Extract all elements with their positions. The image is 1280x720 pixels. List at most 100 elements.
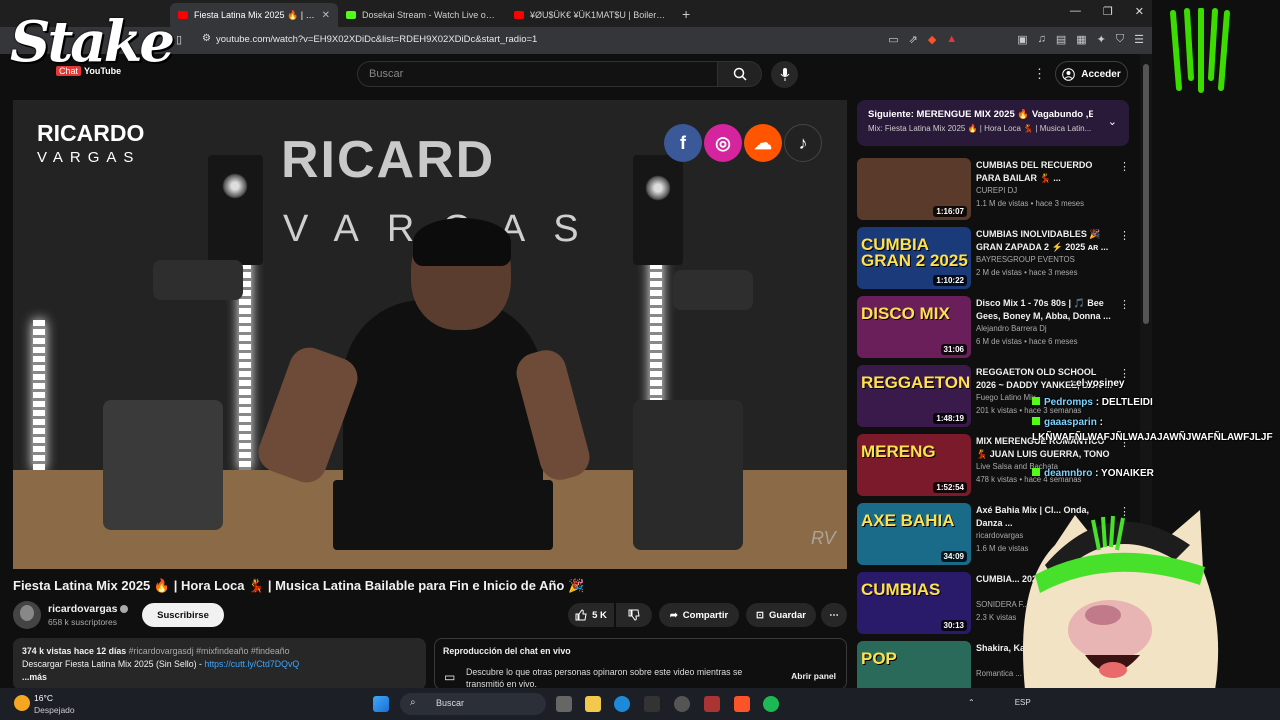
file-explorer-icon[interactable]: [585, 696, 601, 712]
extensions-icon[interactable]: ▤: [1056, 33, 1066, 46]
up-next-banner[interactable]: Siguiente: MERENGUE MIX 2025 🔥 Vagabundo…: [857, 100, 1129, 146]
chat-username: gaaasparin: [1044, 417, 1097, 428]
share-icon[interactable]: ⇗: [909, 33, 918, 46]
temperature: 16°C: [34, 693, 53, 703]
video-thumbnail[interactable]: REGGAETON 1:48:19: [857, 365, 971, 427]
channel-name[interactable]: CUREPI DJ: [976, 186, 1017, 195]
wallet-icon[interactable]: ▦: [1076, 33, 1086, 46]
search-icon: ⌕: [410, 697, 416, 708]
language-indicator[interactable]: ESP: [1015, 698, 1031, 707]
chat-icon: ▭: [444, 670, 456, 684]
video-title[interactable]: CUMBIAS DEL RECUERDO PARA BAILAR 💃 ...: [976, 159, 1114, 185]
hashtags[interactable]: #ricardovargasdj #mixfindeaño #findeaño: [129, 646, 290, 656]
channel-name[interactable]: Alejandro Barrera Dj: [976, 324, 1047, 333]
brave-shield-icon[interactable]: ◆: [928, 33, 936, 46]
cast-icon[interactable]: ▭: [888, 33, 898, 46]
channel-watermark: RICARDO VARGAS: [37, 120, 144, 166]
system-tray[interactable]: ⌃ ESP: [968, 698, 1031, 707]
download-link[interactable]: https://cutt.ly/Ctd7DQvQ: [204, 659, 299, 669]
share-icon: ➦: [669, 609, 678, 621]
channel-name[interactable]: Fuego Latino Mix: [976, 393, 1036, 402]
video-thumbnail[interactable]: CUMBIAS 30:13: [857, 572, 971, 634]
chevron-down-icon[interactable]: ⌄: [1108, 115, 1117, 128]
brave-icon[interactable]: [734, 696, 750, 712]
spotify-icon[interactable]: [763, 696, 779, 712]
rewards-icon[interactable]: ▲: [946, 33, 957, 46]
voice-search-button[interactable]: [771, 61, 798, 88]
tray-chevron-icon[interactable]: ⌃: [968, 698, 975, 707]
recommended-video[interactable]: CUMBIA GRAN 2 2025 1:10:22 CUMBIAS INOLVID…: [857, 227, 1132, 289]
channel-avatar[interactable]: [13, 601, 41, 629]
search-button[interactable]: [718, 61, 762, 87]
speaker: [633, 155, 683, 265]
recommended-video[interactable]: DISCO MIX 31:06 Disco Mix 1 - 70s 80s | 🎵 …: [857, 296, 1132, 358]
show-more-link[interactable]: ...más: [22, 671, 417, 684]
app-icon[interactable]: [644, 696, 660, 712]
microphone-icon: [780, 67, 789, 81]
tiktok-icon: ♪: [784, 124, 822, 162]
youtube-icon: [514, 11, 524, 19]
menu-icon[interactable]: ☰: [1134, 33, 1144, 46]
sign-in-button[interactable]: Acceder: [1055, 61, 1128, 87]
video-thumbnail[interactable]: AXE BAHIA 34:09: [857, 503, 971, 565]
tab-youtube[interactable]: Fiesta Latina Mix 2025 🔥 | Hor ✕: [170, 3, 338, 27]
tab-boiler-room[interactable]: ¥ØU$ÜK€ ¥ÜK1MAT$U | Boiler Room: [506, 3, 674, 27]
scrollbar-thumb[interactable]: [1143, 64, 1149, 324]
dj-headphones: [413, 218, 511, 266]
settings-menu-icon[interactable]: ⋮: [1033, 66, 1046, 82]
thumbnail-text: CUMBIAS: [861, 580, 941, 599]
obs-icon[interactable]: [674, 696, 690, 712]
save-button[interactable]: ⊡ Guardar: [746, 603, 816, 627]
bookmark-icon[interactable]: ▯: [176, 33, 182, 46]
share-button[interactable]: ➦ Compartir: [659, 603, 739, 627]
video-thumbnail[interactable]: MERENG 1:52:54: [857, 434, 971, 496]
chat-message: LKÑWAFÑLWAFJÑLWAJAJAWÑJWAFÑLAWFJLJF: [1032, 432, 1273, 443]
video-player[interactable]: RICARD VARGAS RICARDO VARGAS f ◎ ☁ ♪ RV: [13, 100, 847, 569]
chat-overlay-line: LKÑWAFÑLWAFJÑLWAJAJAWÑJWAFÑLAWFJLJF: [1032, 432, 1273, 443]
open-panel-button[interactable]: Abrir panel: [791, 671, 836, 681]
facebook-icon: f: [664, 124, 702, 162]
minimize-icon[interactable]: —: [1070, 5, 1081, 18]
subscribe-button[interactable]: Suscribirse: [142, 603, 224, 627]
site-info-icon[interactable]: ⚙: [202, 33, 211, 44]
dj-controller: [333, 480, 553, 550]
video-title[interactable]: CUMBIAS INOLVIDABLES 🎉 GRAN ZAPADA 2 ⚡ 2…: [976, 228, 1114, 254]
edge-icon[interactable]: [614, 696, 630, 712]
search-input[interactable]: Buscar: [357, 61, 718, 87]
recommended-video[interactable]: 1:16:07 CUMBIAS DEL RECUERDO PARA BAILAR …: [857, 158, 1132, 220]
music-icon[interactable]: ♫: [1038, 33, 1046, 46]
task-view-icon[interactable]: [556, 696, 572, 712]
description-box[interactable]: 374 k vistas hace 12 días #ricardovargas…: [13, 638, 426, 690]
more-options-icon[interactable]: ⋮: [1119, 298, 1130, 311]
video-duration: 1:10:22: [933, 275, 967, 286]
youtube-logo: Chat YouTube: [56, 66, 121, 76]
close-window-icon[interactable]: ✕: [1135, 5, 1144, 18]
sidebar-icon[interactable]: ▣: [1017, 33, 1027, 46]
led-light-bar: [33, 320, 45, 470]
tab-title: ¥ØU$ÜK€ ¥ÜK1MAT$U | Boiler Room: [530, 10, 666, 20]
video-thumbnail[interactable]: DISCO MIX 31:06: [857, 296, 971, 358]
url-field[interactable]: youtube.com/watch?v=EH9X02XDiDc&list=RDE…: [216, 34, 537, 45]
dislike-button[interactable]: [616, 603, 652, 627]
more-actions-button[interactable]: ⋯: [821, 603, 847, 627]
video-thumbnail[interactable]: 1:16:07: [857, 158, 971, 220]
app-icon[interactable]: [704, 696, 720, 712]
video-thumbnail[interactable]: CUMBIA GRAN 2 2025 1:10:22: [857, 227, 971, 289]
like-button[interactable]: 5 K: [568, 603, 614, 627]
tab-kick[interactable]: Dosekai Stream - Watch Live on Kick: [338, 3, 506, 27]
more-options-icon[interactable]: ⋮: [1119, 229, 1130, 242]
more-options-icon[interactable]: ⋮: [1119, 160, 1130, 173]
taskbar-search[interactable]: ⌕ Buscar: [400, 693, 546, 715]
chat-message: : YONAIKER: [1095, 468, 1154, 479]
windows-start-icon[interactable]: [373, 696, 389, 712]
maximize-icon[interactable]: ❐: [1103, 5, 1113, 18]
recommended-video[interactable]: MERENG 1:52:54 MIX MERENGUE ROMANTICO 💃 JU…: [857, 434, 1132, 496]
channel-name[interactable]: ricardovargas: [48, 603, 129, 615]
channel-name[interactable]: BAYRESGROUP EVENTOS: [976, 255, 1075, 264]
leo-icon[interactable]: ✦: [1097, 33, 1106, 46]
vpn-icon[interactable]: ⛉: [1116, 33, 1124, 46]
chat-username: deamnbro: [1044, 468, 1093, 479]
new-tab-button[interactable]: +: [674, 6, 698, 22]
video-title[interactable]: Disco Mix 1 - 70s 80s | 🎵 Bee Gees, Bone…: [976, 297, 1114, 323]
close-tab-icon[interactable]: ✕: [322, 10, 330, 21]
